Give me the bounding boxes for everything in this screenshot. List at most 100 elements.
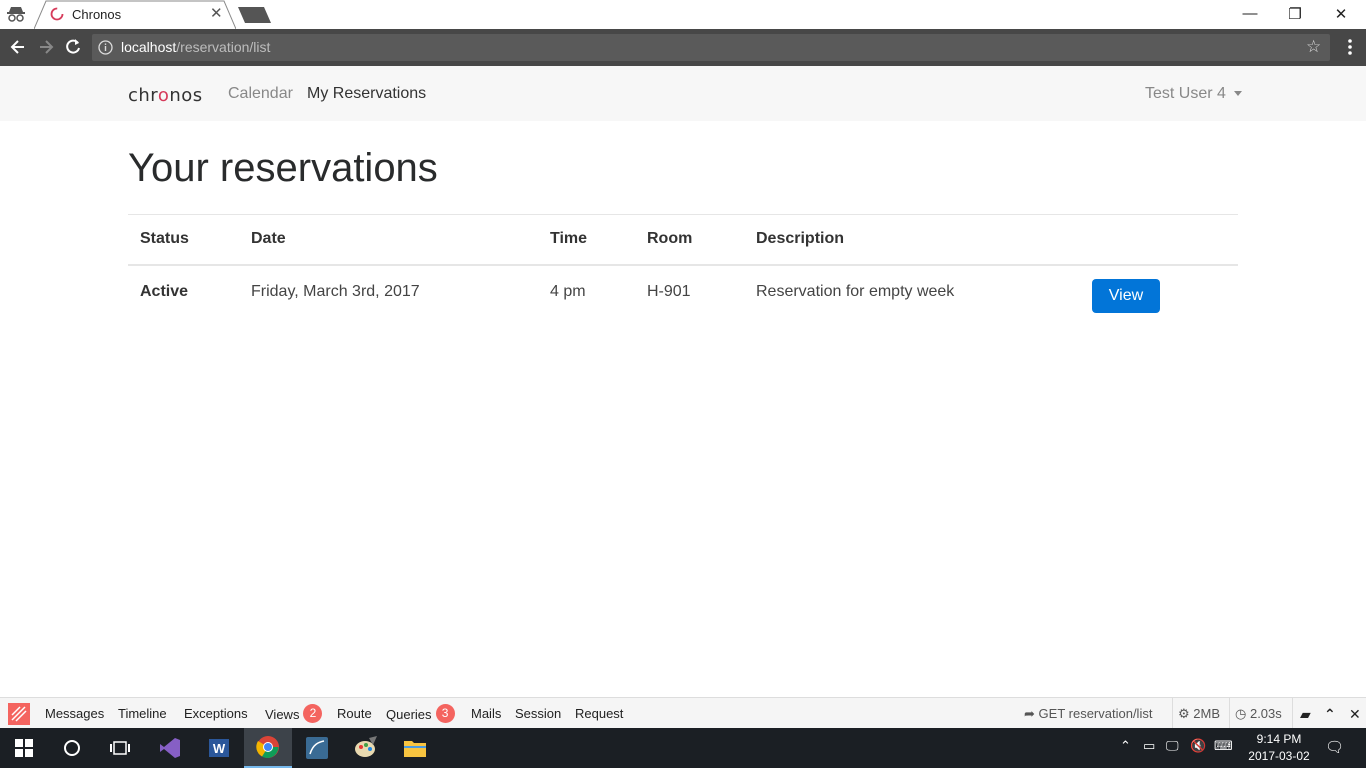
bookmark-star-icon[interactable]: ☆ xyxy=(1306,37,1321,57)
url-text: localhost/reservation/list xyxy=(121,39,270,55)
cogs-icon: ⚙ xyxy=(1178,706,1190,721)
mysql-workbench-icon xyxy=(306,737,328,759)
debug-tab-session[interactable]: Session xyxy=(515,706,561,721)
action-center-icon[interactable]: 🗨 xyxy=(1325,738,1344,756)
divider xyxy=(1172,698,1173,729)
taskbar-file-explorer[interactable] xyxy=(391,728,439,768)
paint-icon xyxy=(355,736,377,757)
cell-date: Friday, March 3rd, 2017 xyxy=(239,264,538,315)
debug-time-info: ◷ 2.03s xyxy=(1235,706,1282,722)
tray-expand-icon[interactable]: ⌃ xyxy=(1120,738,1131,754)
visual-studio-icon xyxy=(160,738,180,758)
column-header-status: Status xyxy=(128,214,239,266)
reservations-table: Status Date Time Room Description Active… xyxy=(128,214,1238,315)
info-icon[interactable] xyxy=(98,40,113,55)
time-text: 2.03s xyxy=(1249,706,1282,721)
taskbar-chrome[interactable] xyxy=(244,728,292,768)
battery-icon[interactable]: ▭ xyxy=(1143,738,1155,754)
brand-accent-letter: o xyxy=(157,85,170,106)
taskbar-word[interactable]: W xyxy=(195,728,243,768)
table-row: Active Friday, March 3rd, 2017 4 pm H-90… xyxy=(128,264,1238,315)
taskbar-visual-studio[interactable] xyxy=(146,728,194,768)
cortana-button[interactable] xyxy=(48,728,96,768)
user-name: Test User 4 xyxy=(1145,85,1226,102)
site-navbar: chronos Calendar My Reservations Test Us… xyxy=(0,66,1366,121)
task-view-button[interactable] xyxy=(96,728,144,768)
queries-count-badge: 3 xyxy=(435,704,455,723)
cell-description: Reservation for empty week xyxy=(744,264,1080,315)
keyboard-icon[interactable]: ⌨ xyxy=(1214,738,1233,754)
brand-logo[interactable]: chronos xyxy=(128,85,203,106)
url-path: /reservation/list xyxy=(176,39,271,55)
network-icon[interactable]: 🖵 xyxy=(1166,738,1179,754)
start-button[interactable] xyxy=(0,728,48,768)
debug-bar: Messages Timeline Exceptions Views 2 Rout… xyxy=(0,697,1366,729)
back-icon[interactable] xyxy=(8,37,28,57)
column-header-action xyxy=(1080,214,1238,266)
tab-close-icon[interactable]: ✕ xyxy=(210,6,223,22)
address-bar[interactable]: localhost/reservation/list ☆ xyxy=(92,34,1330,61)
nav-link-calendar[interactable]: Calendar xyxy=(228,85,293,103)
task-view-icon xyxy=(110,741,130,755)
clock-date: 2017-03-02 xyxy=(1248,749,1310,763)
column-header-room: Room xyxy=(635,214,744,266)
folder-open-icon[interactable]: ▰ xyxy=(1300,706,1311,723)
brand-text-end: nos xyxy=(169,85,203,106)
debug-tab-mails[interactable]: Mails xyxy=(471,706,501,721)
cell-room: H-901 xyxy=(635,264,744,315)
restore-icon[interactable]: ❐ xyxy=(1285,5,1305,23)
new-tab-button[interactable] xyxy=(238,7,271,23)
close-debugbar-icon[interactable]: ✕ xyxy=(1349,706,1361,723)
folder-icon xyxy=(404,741,426,757)
cortana-circle-icon xyxy=(64,740,80,756)
divider xyxy=(1292,698,1293,729)
word-icon: W xyxy=(209,739,229,757)
share-arrow-icon: ➦ xyxy=(1024,706,1035,721)
column-header-date: Date xyxy=(239,214,538,266)
minimize-icon[interactable]: — xyxy=(1240,5,1260,22)
forward-icon[interactable] xyxy=(36,37,56,57)
view-button[interactable]: View xyxy=(1092,278,1160,313)
debug-tab-messages[interactable]: Messages xyxy=(45,706,104,721)
windows-logo-icon xyxy=(15,739,33,757)
column-header-description: Description xyxy=(744,214,1080,266)
windows-taskbar: W ⌃ ▭ 🖵 🔇 ⌨ 9:14 PM 2017-03-02 🗨 xyxy=(0,728,1366,768)
debug-tab-request[interactable]: Request xyxy=(575,706,623,721)
tab-title: Chronos xyxy=(72,7,122,22)
browser-menu-icon[interactable] xyxy=(1342,35,1358,59)
close-window-icon[interactable]: ✕ xyxy=(1331,5,1351,23)
incognito-icon xyxy=(7,7,25,22)
debug-tab-views-label: Views xyxy=(265,706,300,722)
taskbar-clock[interactable]: 9:14 PM 2017-03-02 xyxy=(1244,731,1314,765)
chronos-favicon-icon xyxy=(50,7,64,21)
route-text: GET reservation/list xyxy=(1038,706,1153,721)
debug-route-info: ➦ GET reservation/list xyxy=(1024,706,1152,722)
reload-icon[interactable] xyxy=(63,37,83,57)
debug-tab-timeline[interactable]: Timeline xyxy=(118,706,167,721)
debug-tab-views[interactable]: Views 2 xyxy=(265,704,323,725)
divider xyxy=(1229,698,1230,729)
memory-text: 2MB xyxy=(1193,706,1221,721)
taskbar-mysql-workbench[interactable] xyxy=(293,728,341,768)
chevron-up-icon[interactable]: ⌃ xyxy=(1324,706,1336,723)
url-host: localhost xyxy=(121,39,177,55)
volume-muted-icon[interactable]: 🔇 xyxy=(1190,738,1206,754)
debug-tab-exceptions[interactable]: Exceptions xyxy=(184,706,248,721)
views-count-badge: 2 xyxy=(303,704,323,723)
svg-text:W: W xyxy=(213,741,226,756)
table-header-row: Status Date Time Room Description xyxy=(128,214,1238,266)
debug-tab-queries[interactable]: Queries 3 xyxy=(386,704,455,725)
nav-link-my-reservations[interactable]: My Reservations xyxy=(307,85,426,103)
user-menu-dropdown[interactable]: Test User 4 xyxy=(1145,85,1242,103)
cell-status: Active xyxy=(128,264,239,315)
tab-chronos[interactable] xyxy=(34,0,236,29)
page-title: Your reservations xyxy=(128,146,438,190)
cell-action: View xyxy=(1080,264,1238,315)
debug-tab-route[interactable]: Route xyxy=(337,706,372,721)
debug-tab-queries-label: Queries xyxy=(386,706,432,722)
cell-time: 4 pm xyxy=(538,264,635,315)
brand-text-start: chr xyxy=(128,85,158,106)
debugbar-logo-icon[interactable] xyxy=(8,703,30,725)
taskbar-paint[interactable] xyxy=(342,728,390,768)
clock-icon: ◷ xyxy=(1235,706,1247,721)
